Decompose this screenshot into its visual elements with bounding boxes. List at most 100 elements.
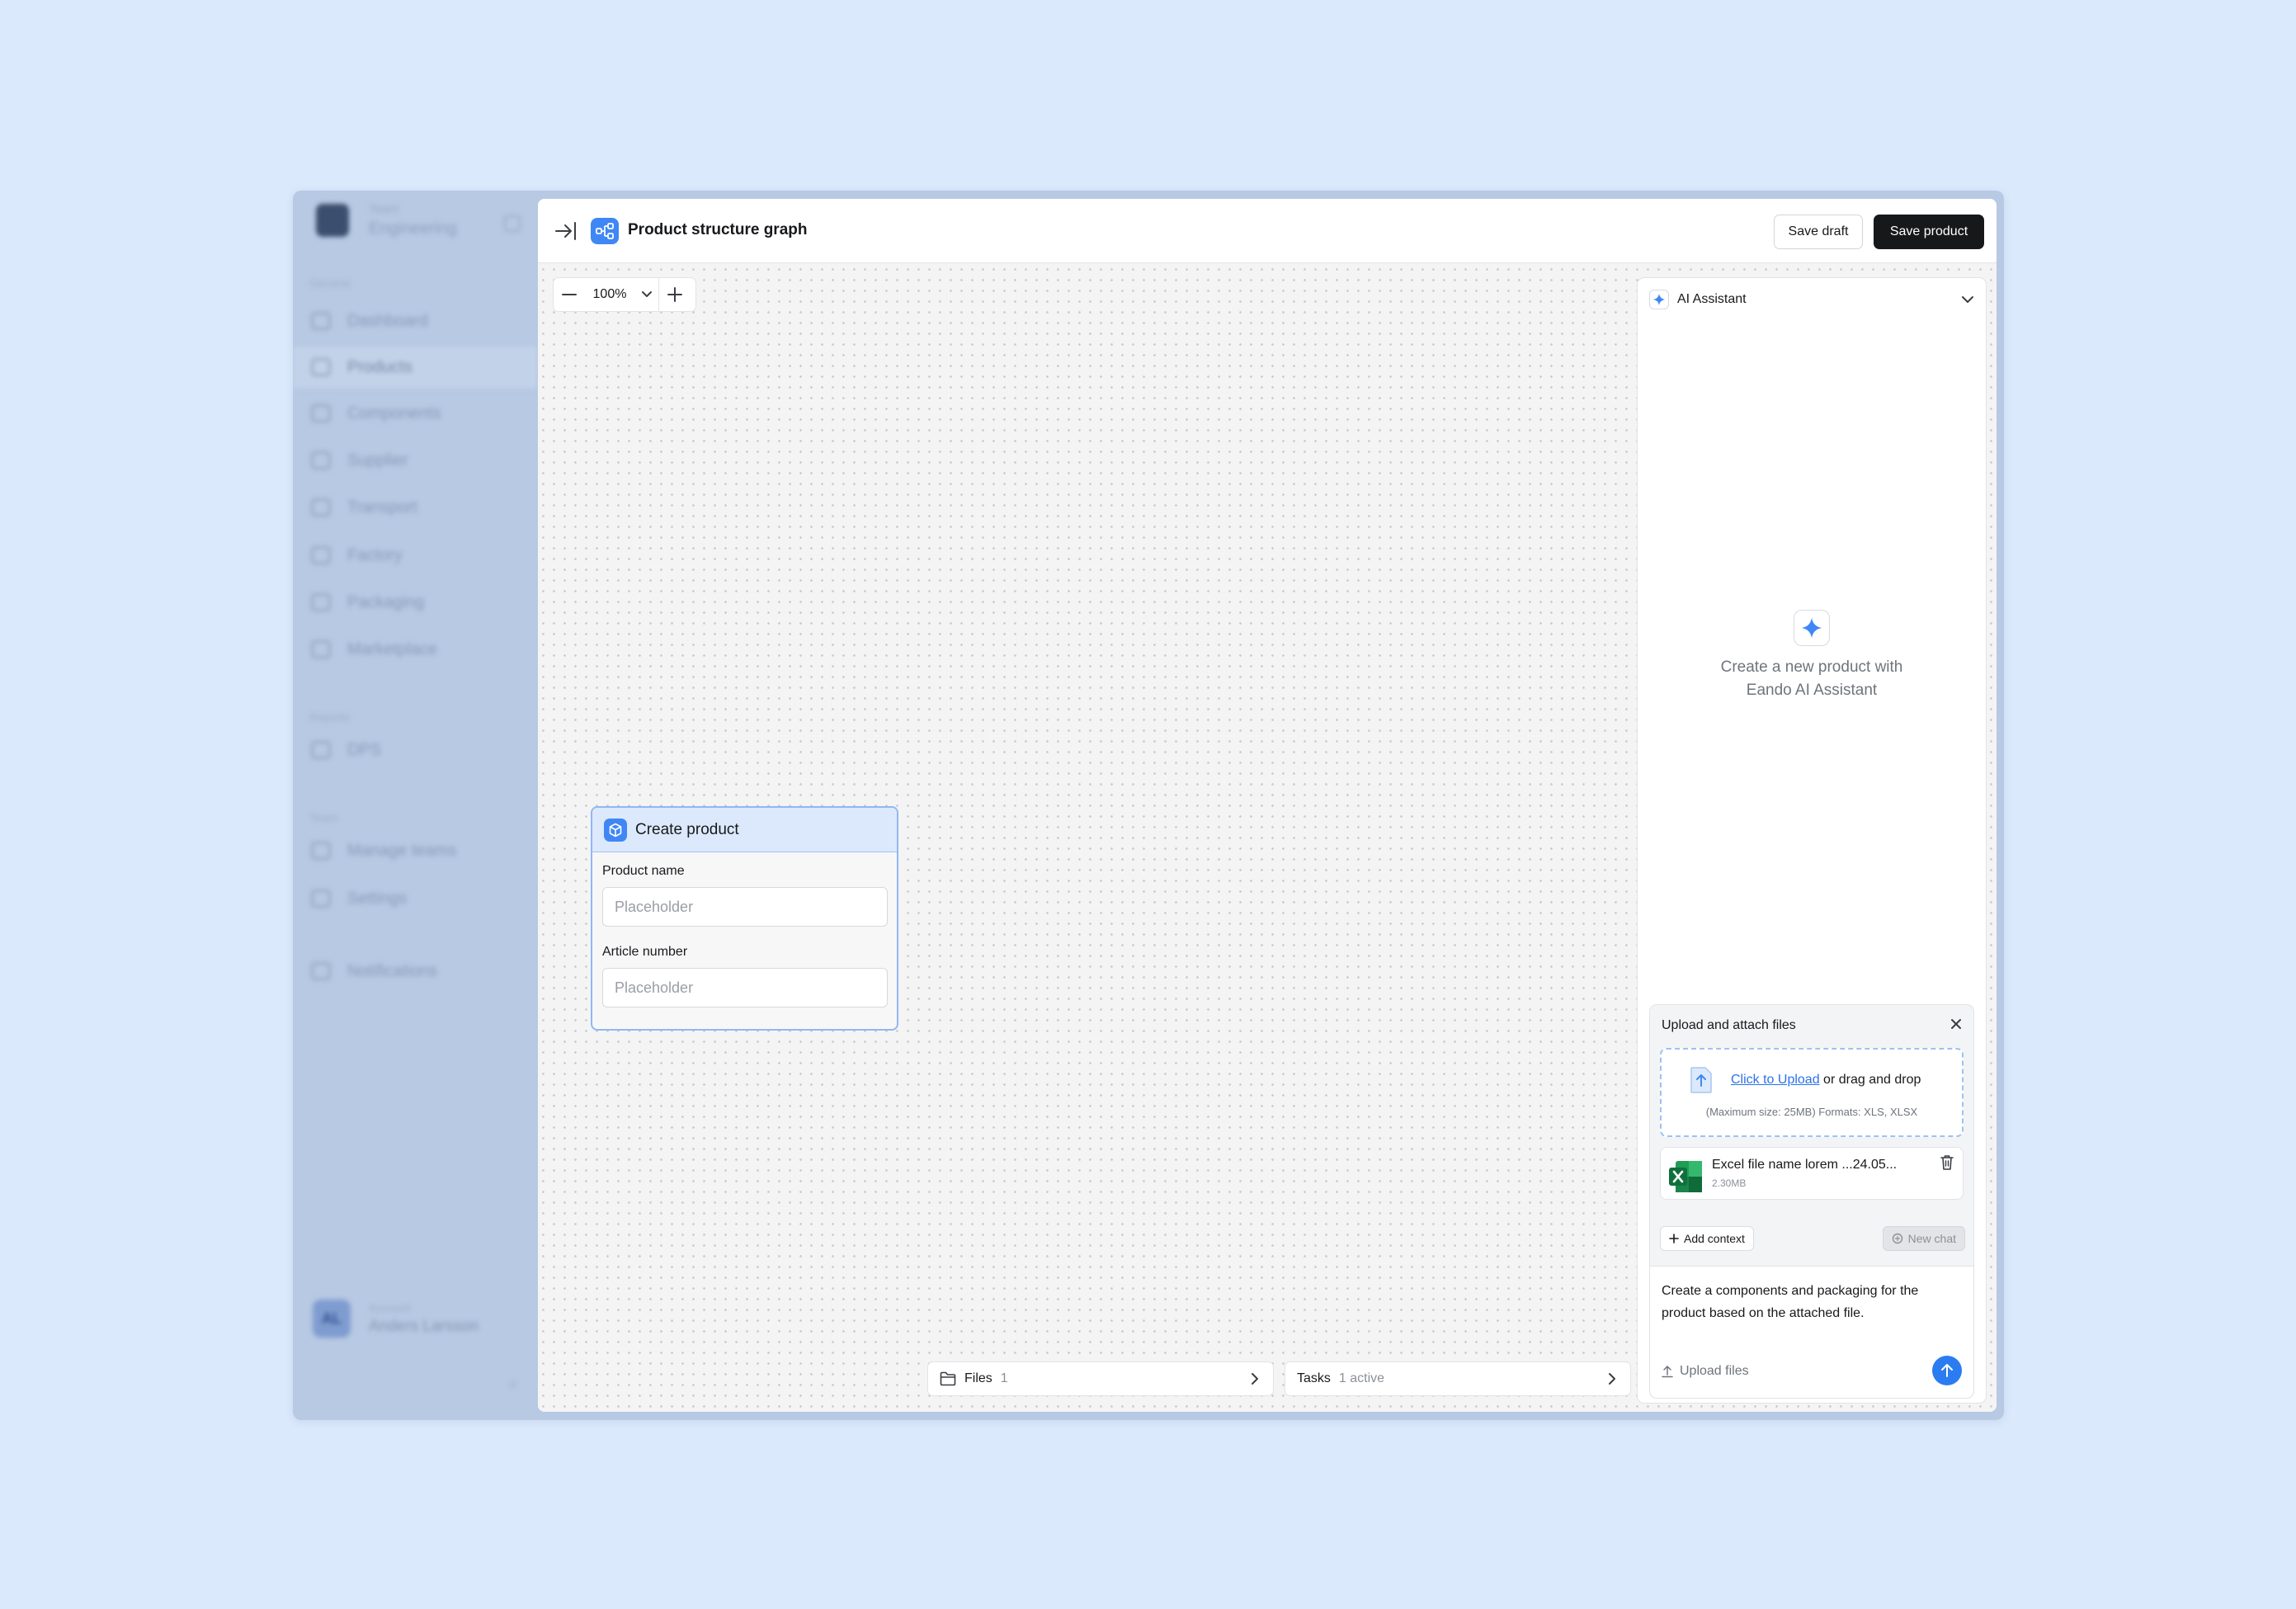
upload-files-button[interactable]: Upload files <box>1662 1364 1749 1379</box>
sidebar-item-label: Notifications <box>347 961 437 980</box>
sidebar-item-packaging[interactable]: Packaging <box>293 582 537 623</box>
bell-icon <box>311 962 331 980</box>
chevron-right-icon[interactable] <box>1247 1371 1263 1387</box>
create-product-node[interactable]: Create product Product name Article numb… <box>591 806 898 1031</box>
products-icon <box>311 358 331 376</box>
sidebar-item-factory[interactable]: Factory <box>293 535 537 576</box>
sidebar-item-supplier[interactable]: Supplier <box>293 440 537 481</box>
upload-limits: (Maximum size: 25MB) Formats: XLS, XLSX <box>1705 1106 1918 1118</box>
sidebar-item-label: DPS <box>347 740 382 759</box>
new-chat-button[interactable]: New chat <box>1882 1226 1965 1251</box>
factory-icon <box>311 546 331 564</box>
chevron-right-icon[interactable] <box>1604 1371 1620 1387</box>
file-upload-icon <box>1690 1067 1712 1093</box>
app-window: Team Engineering General Dashboard Produ… <box>293 191 2004 1420</box>
sidebar-toggle-icon[interactable] <box>504 215 521 232</box>
tasks-label: Tasks <box>1297 1371 1331 1385</box>
click-to-upload-link[interactable]: Click to Upload <box>1731 1073 1820 1087</box>
article-number-input[interactable] <box>602 968 888 1007</box>
chevron-down-icon[interactable] <box>1959 291 1976 308</box>
add-context-button[interactable]: Add context <box>1660 1226 1754 1251</box>
node-title: Create product <box>635 820 739 838</box>
sidebar-item-label: Packaging <box>347 592 425 611</box>
avatar: AL <box>313 1300 351 1338</box>
sidebar-item-dps[interactable]: DPS <box>293 729 537 771</box>
main-panel: Product structure graph Save draft Save … <box>538 199 1997 1412</box>
article-number-label: Article number <box>602 945 688 959</box>
message-composer[interactable]: Create a components and packaging for th… <box>1650 1266 1973 1398</box>
user-menu[interactable]: AL Account Anders Larsson <box>313 1300 479 1338</box>
trash-icon[interactable] <box>1940 1154 1954 1171</box>
product-name-input[interactable] <box>602 887 888 927</box>
graph-canvas[interactable]: 100% Create product Product name Placeho… <box>538 264 1997 1412</box>
dashboard-icon <box>311 312 331 330</box>
save-product-button[interactable]: Save product <box>1874 215 1984 249</box>
files-count: 1 <box>1000 1371 1008 1385</box>
close-icon[interactable] <box>1949 1017 1964 1031</box>
document-icon <box>311 741 331 759</box>
upload-icon <box>1662 1366 1673 1378</box>
chevron-down-icon[interactable] <box>634 278 659 311</box>
cube-icon <box>604 818 627 842</box>
sidebar-item-label: Dashboard <box>347 311 428 330</box>
sidebar-item-label: Transport <box>347 498 417 517</box>
sparkle-icon <box>1649 290 1669 309</box>
graph-icon <box>591 218 619 244</box>
drag-drop-text: or drag and drop <box>1819 1073 1921 1087</box>
sidebar-item-marketplace[interactable]: Marketplace <box>293 629 537 670</box>
upload-card-title: Upload and attach files <box>1662 1018 1796 1032</box>
new-chat-label: New chat <box>1907 1232 1956 1245</box>
context-row: Add context New chat <box>1660 1226 1965 1251</box>
sidebar-item-notifications[interactable]: Notifications <box>293 951 537 992</box>
sidebar-item-components[interactable]: Components <box>293 393 537 434</box>
sidebar-item-label: Marketplace <box>347 639 437 658</box>
sidebar-item-products[interactable]: Products <box>293 347 537 388</box>
product-name-label: Product name <box>602 864 685 878</box>
message-input[interactable]: Create a components and packaging for th… <box>1662 1280 1942 1324</box>
zoom-level[interactable]: 100% <box>585 287 634 302</box>
node-header: Create product <box>592 808 897 852</box>
sidebar-item-label: Settings <box>347 889 408 908</box>
tasks-bar[interactable]: Tasks 1 active <box>1285 1361 1631 1396</box>
account-label: Account <box>369 1301 411 1314</box>
excel-file-icon <box>1669 1161 1702 1192</box>
file-size: 2.30MB <box>1712 1177 1747 1189</box>
sidebar-item-settings[interactable]: Settings <box>293 878 537 919</box>
workspace-label: Team <box>369 202 399 216</box>
send-button[interactable] <box>1932 1356 1962 1385</box>
sidebar-item-transport[interactable]: Transport <box>293 487 537 528</box>
collapse-sidebar-icon[interactable]: « <box>509 1375 517 1393</box>
attached-file: Excel file name lorem ...24.05... 2.30MB <box>1660 1147 1964 1200</box>
sidebar-item-label: Manage teams <box>347 841 457 860</box>
user-name: Anders Larsson <box>369 1318 479 1335</box>
ai-assistant-header[interactable]: AI Assistant <box>1649 290 1747 309</box>
components-icon <box>311 404 331 422</box>
workspace-name: Engineering <box>369 219 457 238</box>
expand-sidebar-icon[interactable] <box>554 220 578 242</box>
zoom-out-icon[interactable] <box>554 278 585 311</box>
ai-assistant-title: AI Assistant <box>1677 292 1747 306</box>
files-bar[interactable]: Files 1 <box>927 1361 1274 1396</box>
transport-icon <box>311 498 331 517</box>
zoom-in-icon[interactable] <box>659 278 691 311</box>
add-context-label: Add context <box>1684 1232 1745 1245</box>
ai-empty-text: Create a new product with Eando AI Assis… <box>1720 658 1903 699</box>
sidebar-item-dashboard[interactable]: Dashboard <box>293 300 537 342</box>
file-dropzone[interactable]: Click to Upload or drag and drop (Maximu… <box>1660 1048 1964 1137</box>
sidebar-item-label: Factory <box>347 545 403 564</box>
section-general: General <box>309 276 351 290</box>
sparkle-icon <box>1794 610 1830 646</box>
file-name: Excel file name lorem ...24.05... <box>1712 1158 1898 1172</box>
sidebar-item-manage-teams[interactable]: Manage teams <box>293 830 537 871</box>
tasks-status: 1 active <box>1338 1371 1385 1385</box>
workspace-switcher[interactable]: Team Engineering <box>316 202 457 238</box>
ai-empty-state: Create a new product with Eando AI Assis… <box>1638 610 1986 702</box>
upload-card: Upload and attach files Click to Upload … <box>1649 1004 1974 1399</box>
sidebar-item-label: Products <box>347 357 413 376</box>
sidebar-item-label: Supplier <box>347 451 408 469</box>
save-draft-button[interactable]: Save draft <box>1774 215 1863 249</box>
supplier-icon <box>311 451 331 469</box>
section-team: Team <box>309 811 338 824</box>
marketplace-icon <box>311 640 331 658</box>
packaging-icon <box>311 593 331 611</box>
